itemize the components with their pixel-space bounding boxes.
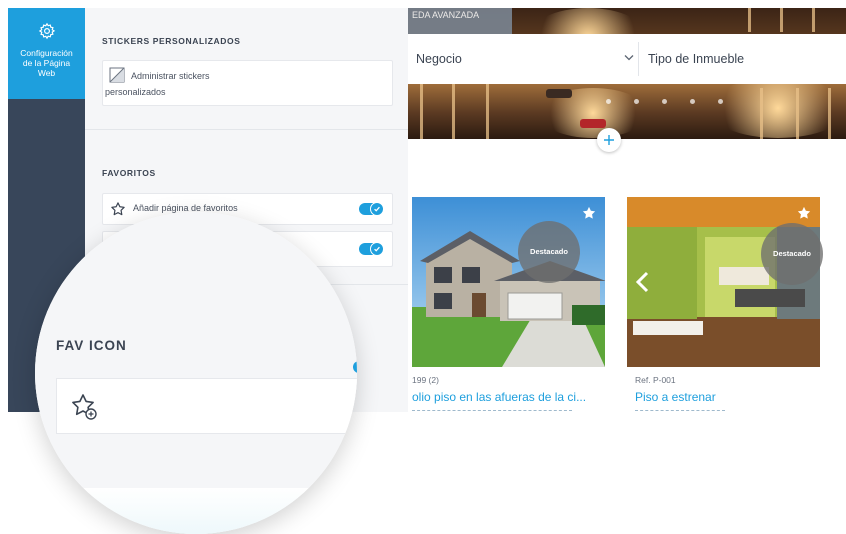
manage-stickers-item[interactable]: Administrar stickers personalizados — [102, 60, 393, 106]
listing-card[interactable]: Destacado 199 (2) olio piso en las afuer… — [412, 197, 605, 412]
listing-subtitle-line — [412, 410, 572, 411]
website-preview: EDA AVANZADA Negocio Tipo de Inmueble De… — [408, 8, 846, 412]
slider-dot[interactable] — [718, 99, 723, 104]
car-image — [546, 89, 572, 98]
listing-title[interactable]: Piso a estrenar — [635, 390, 716, 404]
favorites-toggle-1[interactable] — [359, 202, 384, 216]
manage-stickers-label: Administrar stickers — [131, 71, 210, 81]
listing-title[interactable]: olio piso en las afueras de la ci... — [412, 390, 586, 404]
divider — [85, 129, 408, 130]
featured-badge: Destacado — [761, 223, 823, 285]
slider-dot[interactable] — [662, 99, 667, 104]
sidebar-item-web-config[interactable]: Configuración de la Página Web — [8, 8, 85, 99]
slider-dots — [606, 91, 746, 109]
business-select[interactable]: Negocio — [416, 34, 638, 84]
toggle-knob — [370, 202, 384, 216]
section-title-stickers: STICKERS PERSONALIZADOS — [102, 36, 241, 46]
favorites-toggle-2[interactable] — [359, 242, 384, 256]
section-title-favoritos: FAVORITOS — [102, 168, 156, 178]
fav-icon-upload-card[interactable] — [56, 378, 357, 434]
plus-icon — [604, 135, 614, 145]
star-icon[interactable] — [796, 205, 812, 221]
listing-ref: 199 (2) — [412, 375, 439, 385]
add-section-button[interactable] — [597, 128, 621, 152]
manage-stickers-label-cont: personalizados — [105, 87, 166, 97]
check-icon — [374, 246, 380, 252]
search-bar: Negocio Tipo de Inmueble — [408, 34, 846, 84]
sidebar-item-label: Configuración de la Página Web — [20, 48, 73, 78]
property-type-select[interactable]: Tipo de Inmueble — [648, 34, 838, 84]
slider-dot[interactable] — [690, 99, 695, 104]
featured-badge: Destacado — [518, 221, 580, 283]
gear-icon — [38, 22, 55, 40]
magnified-panel: FAV ICON — [35, 212, 357, 534]
listing-photo — [412, 197, 605, 367]
magnifier-lens: FAV ICON — [35, 212, 357, 534]
chevron-down-icon — [624, 55, 634, 61]
advanced-search-tab[interactable]: EDA AVANZADA — [408, 8, 512, 34]
chevron-right-icon[interactable] — [825, 271, 841, 293]
slider-dot[interactable] — [606, 99, 611, 104]
sticker-icon — [109, 67, 125, 83]
listing-subtitle-line — [635, 410, 725, 411]
star-add-icon — [72, 394, 97, 420]
divider — [638, 42, 639, 76]
house-photo — [412, 197, 605, 367]
site-logo-icon — [353, 361, 357, 373]
lens-bottom-fade — [35, 488, 357, 534]
business-select-value: Negocio — [416, 52, 462, 66]
check-icon — [374, 206, 380, 212]
property-type-value: Tipo de Inmueble — [648, 52, 745, 66]
section-title-fav-icon: FAV ICON — [56, 338, 127, 353]
listing-ref: Ref. P-001 — [635, 375, 676, 385]
listing-card[interactable]: Destacado Ref. P-001 Piso a estrenar — [627, 197, 841, 412]
star-icon[interactable] — [581, 205, 597, 221]
chevron-left-icon[interactable] — [635, 271, 651, 293]
toggle-knob — [370, 242, 384, 256]
slider-dot[interactable] — [634, 99, 639, 104]
